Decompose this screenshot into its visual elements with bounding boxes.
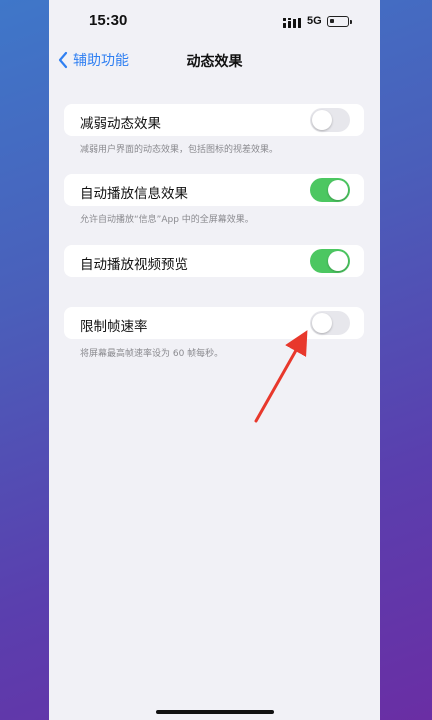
setting-label-auto-play-message-effects: 自动播放信息效果 <box>80 186 188 202</box>
toggle-knob <box>312 313 332 333</box>
toggle-knob <box>328 251 348 271</box>
status-time: 15:30 <box>89 12 128 29</box>
cellular-signal-icon <box>283 18 301 28</box>
setting-label-auto-play-video-previews: 自动播放视频预览 <box>80 257 188 273</box>
back-button[interactable]: 辅助功能 <box>57 48 129 72</box>
setting-label-limit-frame-rate: 限制帧速率 <box>80 319 148 335</box>
toggle-auto-play-video-previews[interactable] <box>310 249 350 273</box>
setting-row-auto-play-video-previews: 自动播放视频预览 <box>64 245 364 277</box>
home-indicator[interactable] <box>156 710 274 714</box>
setting-row-auto-play-message-effects: 自动播放信息效果 <box>64 174 364 206</box>
setting-row-reduce-motion: 减弱动态效果 <box>64 104 364 136</box>
network-type: 5G <box>307 15 322 27</box>
toggle-auto-play-message-effects[interactable] <box>310 178 350 202</box>
toggle-knob <box>312 110 332 130</box>
setting-footer-auto-play-message-effects: 允许自动播放“信息”App 中的全屏幕效果。 <box>80 215 254 225</box>
toggle-reduce-motion[interactable] <box>310 108 350 132</box>
toggle-limit-frame-rate[interactable] <box>310 311 350 335</box>
setting-footer-limit-frame-rate: 将屏幕最高帧速率设为 60 帧每秒。 <box>80 349 224 359</box>
setting-footer-reduce-motion: 减弱用户界面的动态效果，包括图标的视差效果。 <box>80 145 279 155</box>
setting-row-limit-frame-rate: 限制帧速率 <box>64 307 364 339</box>
back-label: 辅助功能 <box>73 53 129 69</box>
setting-label-reduce-motion: 减弱动态效果 <box>80 116 161 132</box>
chevron-left-icon <box>58 51 68 69</box>
phone-screen: 15:30 5G 动态效果 辅助功能 减弱动态效果 减弱用户界面的动态效果，包括… <box>49 0 380 720</box>
status-bar: 15:30 5G <box>49 0 380 44</box>
toggle-knob <box>328 180 348 200</box>
navigation-bar: 动态效果 辅助功能 <box>49 44 380 74</box>
battery-icon <box>327 16 352 27</box>
